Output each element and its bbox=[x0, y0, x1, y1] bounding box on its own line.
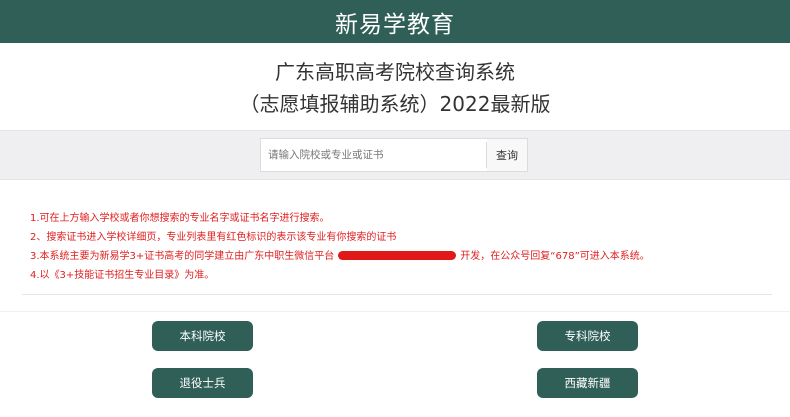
note-1: 1.可在上方输入学校或者你想搜索的专业名字或证书名字进行搜索。 bbox=[30, 213, 330, 224]
instructions: 1.可在上方输入学校或者你想搜索的专业名字或证书名字进行搜索。 2、搜索证书进入… bbox=[30, 209, 770, 285]
section-divider bbox=[22, 294, 772, 295]
search-bar: 查询 bbox=[0, 130, 790, 180]
note-3-text-start: 3.本系统主要为新易学3+证书高考的同学建立由广东中职生微信平台 bbox=[30, 251, 335, 262]
note-3: 3.本系统主要为新易学3+证书高考的同学建立由广东中职生微信平台 开发，在公众号回… bbox=[30, 247, 770, 266]
search-button[interactable]: 查询 bbox=[487, 139, 527, 171]
tibet-xinjiang-button[interactable]: 西藏新疆 bbox=[537, 368, 638, 398]
note-4: 4.以《3+技能证书招生专业目录》为准。 bbox=[30, 270, 215, 281]
page-title: 广东高职高考院校查询系统 bbox=[275, 60, 515, 84]
note-2: 2、搜索证书进入学校详细页，专业列表里有红色标识的表示该专业有你搜索的证书 bbox=[30, 232, 397, 243]
veteran-button[interactable]: 退役士兵 bbox=[152, 368, 253, 398]
search-box: 查询 bbox=[260, 138, 528, 172]
page-subtitle: （志愿填报辅助系统）2022最新版 bbox=[239, 92, 551, 116]
site-title: 新易学教育 bbox=[335, 11, 455, 38]
page-titles: 广东高职高考院校查询系统 （志愿填报辅助系统）2022最新版 bbox=[0, 56, 790, 120]
redaction-mark bbox=[338, 250, 457, 260]
section-divider-light bbox=[0, 311, 790, 312]
junior-colleges-button[interactable]: 专科院校 bbox=[537, 321, 638, 351]
search-input[interactable] bbox=[261, 140, 486, 170]
header-banner: 新易学教育 bbox=[0, 0, 790, 43]
undergrad-colleges-button[interactable]: 本科院校 bbox=[152, 321, 253, 351]
note-3-text-end: 开发，在公众号回复“678”可进入本系统。 bbox=[460, 251, 650, 262]
